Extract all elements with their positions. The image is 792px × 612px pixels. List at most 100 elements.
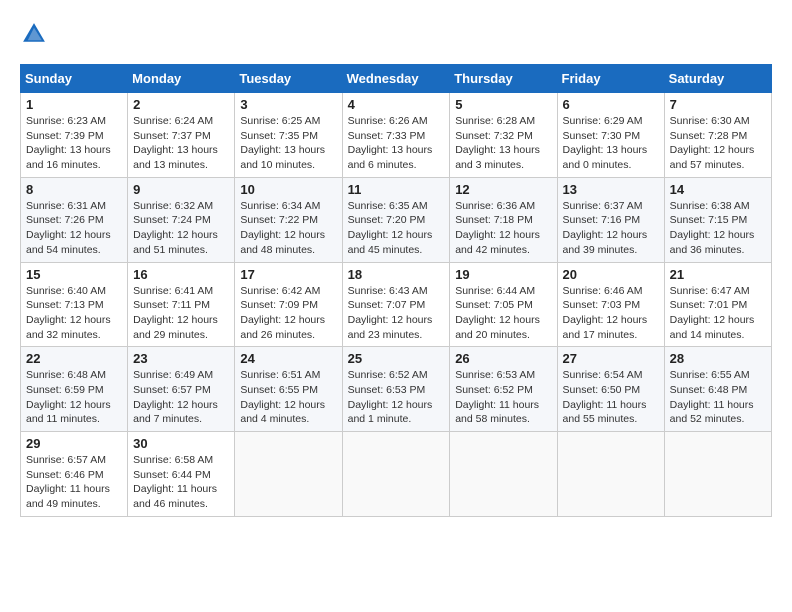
calendar-week-row: 1 Sunrise: 6:23 AMSunset: 7:39 PMDaylight… bbox=[21, 93, 772, 178]
calendar-cell: 10 Sunrise: 6:34 AMSunset: 7:22 PMDayligh… bbox=[235, 177, 342, 262]
day-info: Sunrise: 6:54 AMSunset: 6:50 PMDaylight:… bbox=[563, 368, 659, 427]
calendar-week-row: 22 Sunrise: 6:48 AMSunset: 6:59 PMDayligh… bbox=[21, 347, 772, 432]
calendar-cell: 17 Sunrise: 6:42 AMSunset: 7:09 PMDayligh… bbox=[235, 262, 342, 347]
calendar-cell: 9 Sunrise: 6:32 AMSunset: 7:24 PMDaylight… bbox=[128, 177, 235, 262]
day-info: Sunrise: 6:30 AMSunset: 7:28 PMDaylight:… bbox=[670, 114, 766, 173]
day-info: Sunrise: 6:53 AMSunset: 6:52 PMDaylight:… bbox=[455, 368, 551, 427]
day-info: Sunrise: 6:55 AMSunset: 6:48 PMDaylight:… bbox=[670, 368, 766, 427]
calendar-cell: 20 Sunrise: 6:46 AMSunset: 7:03 PMDayligh… bbox=[557, 262, 664, 347]
day-info: Sunrise: 6:44 AMSunset: 7:05 PMDaylight:… bbox=[455, 284, 551, 343]
calendar-cell: 26 Sunrise: 6:53 AMSunset: 6:52 PMDayligh… bbox=[450, 347, 557, 432]
calendar-cell: 28 Sunrise: 6:55 AMSunset: 6:48 PMDayligh… bbox=[664, 347, 771, 432]
calendar-cell: 19Sunrise: 6:44 AMSunset: 7:05 PMDayligh… bbox=[450, 262, 557, 347]
calendar-cell bbox=[450, 432, 557, 517]
day-number: 3 bbox=[240, 97, 336, 112]
day-number: 21 bbox=[670, 267, 766, 282]
calendar-cell: 21 Sunrise: 6:47 AMSunset: 7:01 PMDayligh… bbox=[664, 262, 771, 347]
day-number: 16 bbox=[133, 267, 229, 282]
calendar-cell: 25 Sunrise: 6:52 AMSunset: 6:53 PMDayligh… bbox=[342, 347, 450, 432]
calendar-header-row: SundayMondayTuesdayWednesdayThursdayFrid… bbox=[21, 65, 772, 93]
day-info: Sunrise: 6:51 AMSunset: 6:55 PMDaylight:… bbox=[240, 368, 336, 427]
day-info: Sunrise: 6:49 AMSunset: 6:57 PMDaylight:… bbox=[133, 368, 229, 427]
calendar-cell: 15 Sunrise: 6:40 AMSunset: 7:13 PMDayligh… bbox=[21, 262, 128, 347]
calendar-cell: 1 Sunrise: 6:23 AMSunset: 7:39 PMDaylight… bbox=[21, 93, 128, 178]
calendar-table: SundayMondayTuesdayWednesdayThursdayFrid… bbox=[20, 64, 772, 517]
day-info: Sunrise: 6:57 AMSunset: 6:46 PMDaylight:… bbox=[26, 453, 122, 512]
day-number: 7 bbox=[670, 97, 766, 112]
day-number: 9 bbox=[133, 182, 229, 197]
calendar-cell: 18Sunrise: 6:43 AMSunset: 7:07 PMDayligh… bbox=[342, 262, 450, 347]
day-info: Sunrise: 6:37 AMSunset: 7:16 PMDaylight:… bbox=[563, 199, 659, 258]
day-number: 6 bbox=[563, 97, 659, 112]
day-number: 26 bbox=[455, 351, 551, 366]
day-number: 23 bbox=[133, 351, 229, 366]
calendar-cell: 29 Sunrise: 6:57 AMSunset: 6:46 PMDayligh… bbox=[21, 432, 128, 517]
day-number: 24 bbox=[240, 351, 336, 366]
calendar-header-wednesday: Wednesday bbox=[342, 65, 450, 93]
day-number: 15 bbox=[26, 267, 122, 282]
day-number: 11 bbox=[348, 182, 445, 197]
calendar-cell bbox=[557, 432, 664, 517]
day-info: Sunrise: 6:25 AMSunset: 7:35 PMDaylight:… bbox=[240, 114, 336, 173]
calendar-header-tuesday: Tuesday bbox=[235, 65, 342, 93]
calendar-header-thursday: Thursday bbox=[450, 65, 557, 93]
calendar-cell: 16 Sunrise: 6:41 AMSunset: 7:11 PMDayligh… bbox=[128, 262, 235, 347]
day-number: 30 bbox=[133, 436, 229, 451]
day-info: Sunrise: 6:42 AMSunset: 7:09 PMDaylight:… bbox=[240, 284, 336, 343]
day-info: Sunrise: 6:43 AMSunset: 7:07 PMDaylight:… bbox=[348, 284, 445, 343]
day-number: 14 bbox=[670, 182, 766, 197]
calendar-week-row: 15 Sunrise: 6:40 AMSunset: 7:13 PMDayligh… bbox=[21, 262, 772, 347]
day-number: 20 bbox=[563, 267, 659, 282]
day-info: Sunrise: 6:23 AMSunset: 7:39 PMDaylight:… bbox=[26, 114, 122, 173]
calendar-week-row: 8Sunrise: 6:31 AMSunset: 7:26 PMDaylight… bbox=[21, 177, 772, 262]
logo-icon bbox=[20, 20, 48, 48]
day-number: 27 bbox=[563, 351, 659, 366]
calendar-cell: 7 Sunrise: 6:30 AMSunset: 7:28 PMDaylight… bbox=[664, 93, 771, 178]
day-info: Sunrise: 6:28 AMSunset: 7:32 PMDaylight:… bbox=[455, 114, 551, 173]
calendar-week-row: 29 Sunrise: 6:57 AMSunset: 6:46 PMDayligh… bbox=[21, 432, 772, 517]
day-info: Sunrise: 6:26 AMSunset: 7:33 PMDaylight:… bbox=[348, 114, 445, 173]
calendar-cell: 11 Sunrise: 6:35 AMSunset: 7:20 PMDayligh… bbox=[342, 177, 450, 262]
day-number: 13 bbox=[563, 182, 659, 197]
day-number: 22 bbox=[26, 351, 122, 366]
day-number: 5 bbox=[455, 97, 551, 112]
calendar-header-sunday: Sunday bbox=[21, 65, 128, 93]
calendar-cell: 13 Sunrise: 6:37 AMSunset: 7:16 PMDayligh… bbox=[557, 177, 664, 262]
calendar-cell: 2 Sunrise: 6:24 AMSunset: 7:37 PMDaylight… bbox=[128, 93, 235, 178]
day-info: Sunrise: 6:46 AMSunset: 7:03 PMDaylight:… bbox=[563, 284, 659, 343]
day-number: 2 bbox=[133, 97, 229, 112]
day-number: 17 bbox=[240, 267, 336, 282]
day-number: 25 bbox=[348, 351, 445, 366]
calendar-cell bbox=[664, 432, 771, 517]
day-info: Sunrise: 6:38 AMSunset: 7:15 PMDaylight:… bbox=[670, 199, 766, 258]
calendar-cell: 14 Sunrise: 6:38 AMSunset: 7:15 PMDayligh… bbox=[664, 177, 771, 262]
calendar-header-saturday: Saturday bbox=[664, 65, 771, 93]
calendar-cell: 24 Sunrise: 6:51 AMSunset: 6:55 PMDayligh… bbox=[235, 347, 342, 432]
calendar-cell: 12Sunrise: 6:36 AMSunset: 7:18 PMDayligh… bbox=[450, 177, 557, 262]
day-info: Sunrise: 6:40 AMSunset: 7:13 PMDaylight:… bbox=[26, 284, 122, 343]
calendar-cell bbox=[342, 432, 450, 517]
day-info: Sunrise: 6:24 AMSunset: 7:37 PMDaylight:… bbox=[133, 114, 229, 173]
day-info: Sunrise: 6:35 AMSunset: 7:20 PMDaylight:… bbox=[348, 199, 445, 258]
calendar-cell: 6Sunrise: 6:29 AMSunset: 7:30 PMDaylight… bbox=[557, 93, 664, 178]
logo bbox=[20, 20, 52, 48]
day-number: 28 bbox=[670, 351, 766, 366]
calendar-cell: 22 Sunrise: 6:48 AMSunset: 6:59 PMDayligh… bbox=[21, 347, 128, 432]
day-info: Sunrise: 6:36 AMSunset: 7:18 PMDaylight:… bbox=[455, 199, 551, 258]
day-info: Sunrise: 6:58 AMSunset: 6:44 PMDaylight:… bbox=[133, 453, 229, 512]
day-info: Sunrise: 6:47 AMSunset: 7:01 PMDaylight:… bbox=[670, 284, 766, 343]
calendar-cell: 23 Sunrise: 6:49 AMSunset: 6:57 PMDayligh… bbox=[128, 347, 235, 432]
day-info: Sunrise: 6:34 AMSunset: 7:22 PMDaylight:… bbox=[240, 199, 336, 258]
calendar-cell: 8Sunrise: 6:31 AMSunset: 7:26 PMDaylight… bbox=[21, 177, 128, 262]
day-info: Sunrise: 6:41 AMSunset: 7:11 PMDaylight:… bbox=[133, 284, 229, 343]
calendar-cell: 5 Sunrise: 6:28 AMSunset: 7:32 PMDaylight… bbox=[450, 93, 557, 178]
day-info: Sunrise: 6:32 AMSunset: 7:24 PMDaylight:… bbox=[133, 199, 229, 258]
day-number: 4 bbox=[348, 97, 445, 112]
calendar-cell: 4 Sunrise: 6:26 AMSunset: 7:33 PMDaylight… bbox=[342, 93, 450, 178]
day-info: Sunrise: 6:52 AMSunset: 6:53 PMDaylight:… bbox=[348, 368, 445, 427]
day-number: 29 bbox=[26, 436, 122, 451]
day-number: 1 bbox=[26, 97, 122, 112]
day-number: 10 bbox=[240, 182, 336, 197]
calendar-cell: 30 Sunrise: 6:58 AMSunset: 6:44 PMDayligh… bbox=[128, 432, 235, 517]
day-info: Sunrise: 6:48 AMSunset: 6:59 PMDaylight:… bbox=[26, 368, 122, 427]
